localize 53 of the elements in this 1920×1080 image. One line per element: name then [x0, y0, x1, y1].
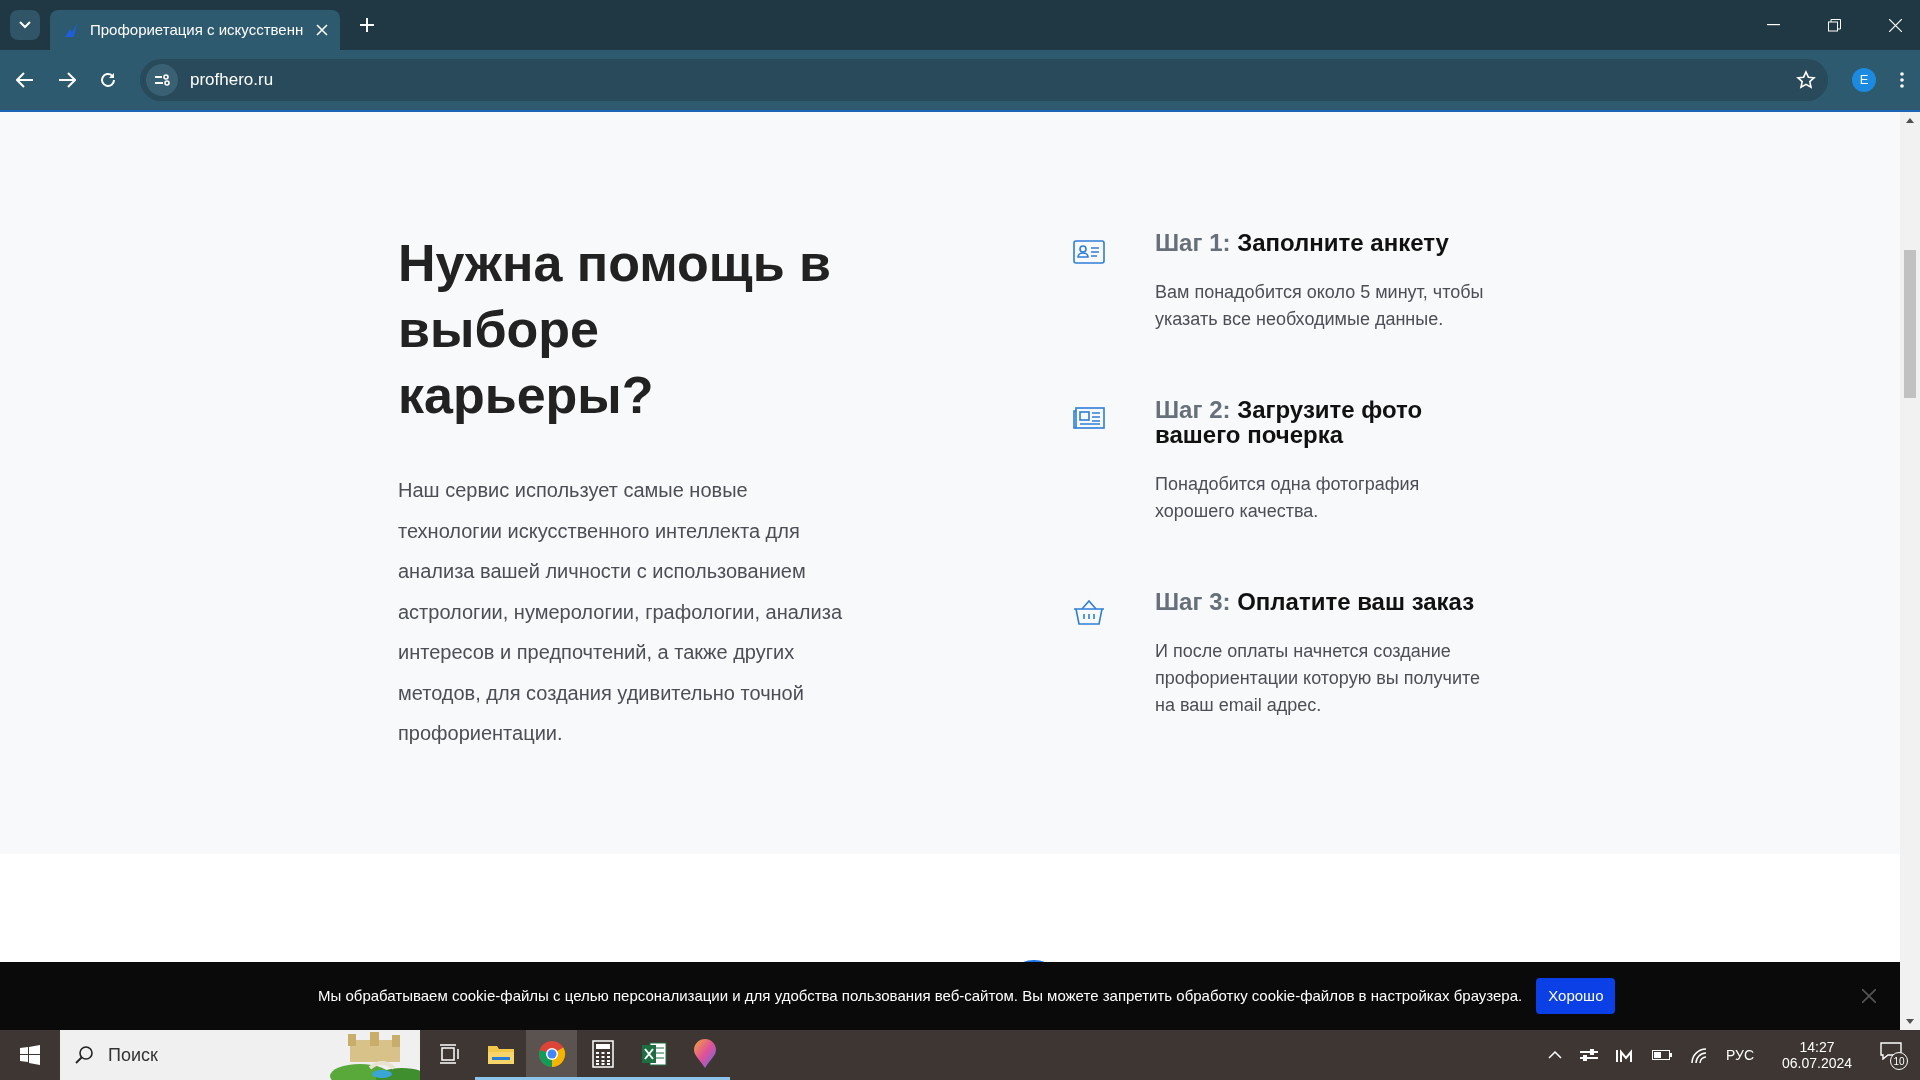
start-icon[interactable] [20, 1045, 40, 1065]
id-card-icon [1073, 240, 1105, 264]
search-placeholder: Поиск [108, 1043, 158, 1067]
scroll-up-icon[interactable] [1906, 118, 1914, 123]
battery-icon[interactable] [1651, 1049, 1672, 1061]
step-title: Шаг 1: Заполните анкету [1155, 230, 1450, 255]
minimize-icon[interactable] [1767, 24, 1780, 26]
spreadsheet-icon [640, 1040, 667, 1067]
reload-icon[interactable] [100, 72, 116, 88]
task-view-icon [438, 1043, 461, 1064]
browser-logo-icon [537, 1039, 566, 1068]
language-indicator[interactable]: РУС [1725, 1044, 1754, 1066]
site-settings-icon[interactable] [146, 64, 178, 96]
search-field[interactable]: Поиск [60, 1030, 420, 1080]
newspaper-icon [1073, 407, 1105, 429]
sliders-icon[interactable] [1579, 1048, 1598, 1062]
restore-icon[interactable] [1828, 18, 1841, 32]
intro-paragraph: Наш сервис использует самые новые технологии искусственного интеллекта для анализа вашей личности с использованием астрологии, нумерологии, графологии, анализа интересов и предпочтений, а также других методов, для создания удивительно точной профориентации. [398, 478, 843, 746]
clock[interactable]: 14:27 06.07.2024 [1772, 1039, 1862, 1071]
step-description: Вам понадобится около 5 минут, чтобы указать все необходимые данные. [1155, 281, 1485, 331]
section-heading: Нужна помощь в выборе карьеры? [398, 233, 833, 426]
cookie-message: Мы обрабатываем cookie-файлы с целью персонализации и для удобства пользования веб-сайтом. Вы можете запретить обработку cookie-файлов в настройках браузера. [318, 985, 1523, 1006]
calculator-icon [591, 1039, 614, 1068]
basket-icon [1073, 599, 1105, 625]
clock-time: 14:27 [1799, 1039, 1835, 1055]
step-title: Шаг 2: Загрузите фото вашего почерка [1155, 397, 1424, 447]
scroll-thumb[interactable] [1904, 250, 1916, 398]
new-tab-icon[interactable] [360, 18, 374, 32]
chevron-up-icon[interactable] [1547, 1051, 1562, 1059]
figure-icon [62, 21, 80, 39]
clock-date: 06.07.2024 [1781, 1055, 1853, 1071]
tab-title: Профориетация с искусственн [90, 19, 305, 40]
notification-count: 10 [1890, 1052, 1908, 1070]
chevron-down-icon [19, 21, 31, 29]
step-description: Понадобится одна фотография хорошего качества. [1155, 473, 1421, 523]
profile-avatar[interactable]: E [1852, 68, 1876, 92]
back-icon[interactable] [16, 72, 34, 88]
accept-button[interactable]: Хорошо [1536, 978, 1616, 1014]
scrollbar[interactable] [1900, 112, 1920, 1030]
search-icon [74, 1045, 94, 1065]
wifi-icon[interactable] [1689, 1047, 1708, 1063]
scroll-down-icon[interactable] [1906, 1019, 1914, 1024]
browser-tab[interactable]: Профориетация с искусственн [50, 10, 340, 50]
step-title: Шаг 3: Оплатите ваш заказ [1155, 589, 1476, 614]
star-icon[interactable] [1796, 70, 1816, 90]
menu-icon[interactable] [1900, 72, 1904, 88]
step-description: И после оплаты начнется создание профориентации которую вы получите на ваш email адрес. [1155, 640, 1481, 717]
meter-icon[interactable] [1615, 1048, 1634, 1062]
forward-icon[interactable] [58, 72, 76, 88]
url-text: profhero.ru [190, 69, 274, 92]
tab-search-button[interactable] [10, 10, 40, 40]
paint-drop-icon [692, 1038, 717, 1069]
address-bar[interactable]: profhero.ru [140, 59, 1828, 101]
